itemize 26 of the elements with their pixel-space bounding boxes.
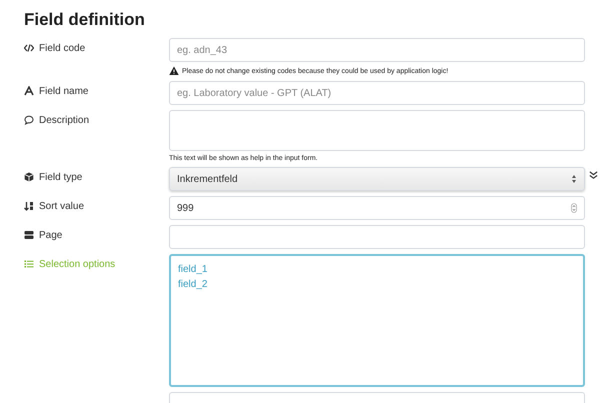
field-label: Selection options (39, 258, 116, 270)
field-label: Field code (39, 42, 86, 54)
field-label: Page (39, 230, 62, 240)
field-label: Description (39, 114, 90, 126)
letter-icon (24, 86, 34, 96)
form-title: Field definition (24, 9, 146, 31)
cube-icon (24, 172, 34, 182)
field-label: Field type (39, 172, 82, 182)
field-label: Field name (39, 86, 88, 96)
spinner-arrows-icon (571, 174, 577, 184)
warning-icon (169, 66, 179, 76)
text-area[interactable] (169, 110, 585, 151)
dropdown[interactable]: Inkrementfeld (169, 167, 585, 191)
double-chevron-icon (589, 171, 598, 180)
stepper-icon (571, 203, 577, 213)
server-icon (24, 230, 34, 240)
code-icon (24, 43, 34, 53)
field-label: Sort value (39, 200, 84, 212)
input-field[interactable]: eg. Laboratory value - GPT (ALAT) (169, 81, 585, 105)
number-field[interactable]: 999 (169, 196, 585, 220)
sort-icon (24, 201, 34, 211)
input-field[interactable] (169, 225, 585, 249)
list-icon (24, 259, 34, 269)
speech-bubble-icon (24, 115, 34, 125)
text-area[interactable]: field_1 field_2 (169, 254, 585, 387)
input-field[interactable]: eg. adn_43 (169, 38, 585, 62)
